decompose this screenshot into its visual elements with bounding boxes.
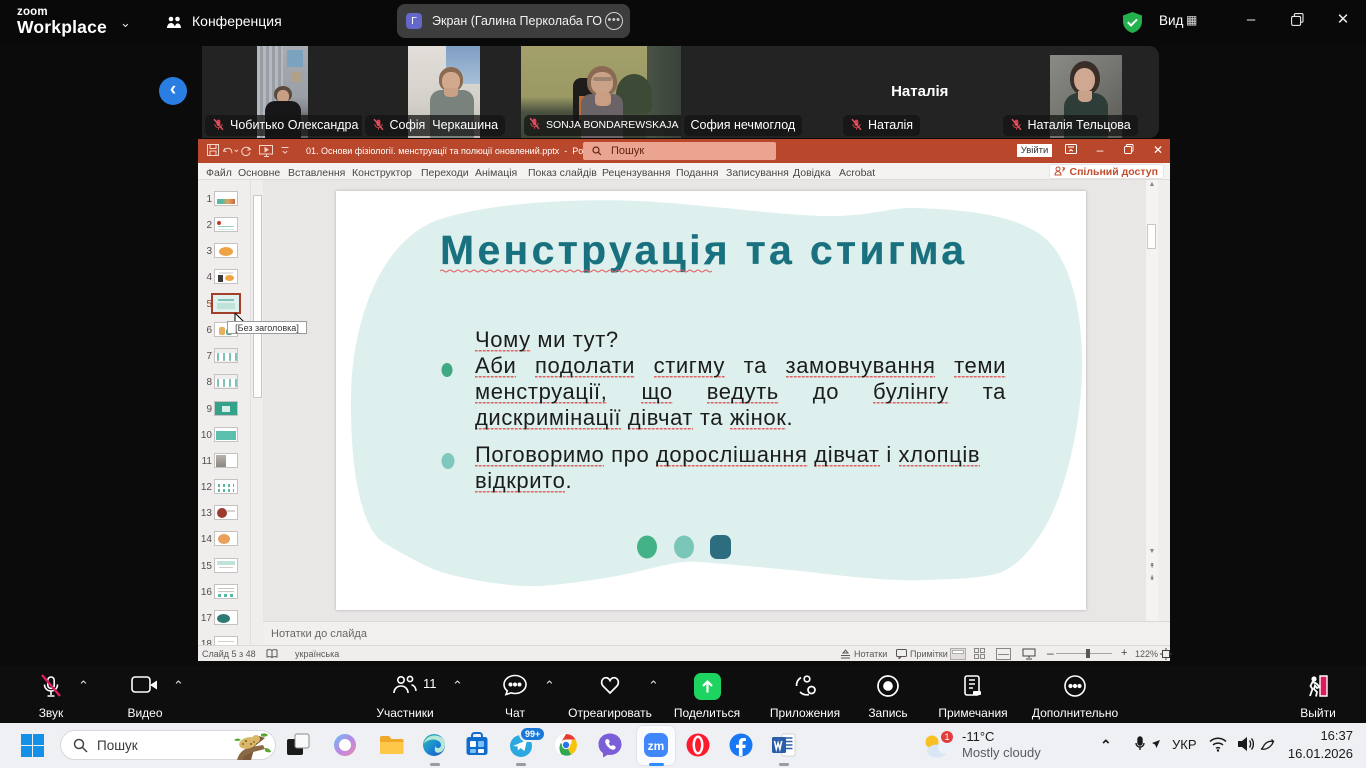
svg-text:1: 1 xyxy=(944,732,949,742)
svg-text:zm: zm xyxy=(648,739,665,753)
